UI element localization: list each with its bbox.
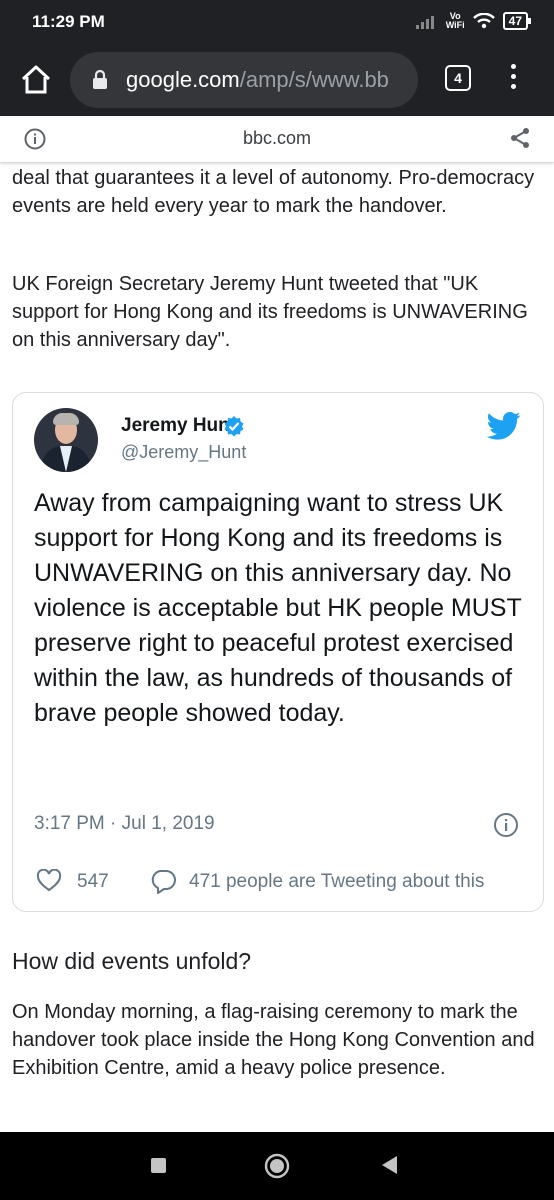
signal-icon [415,16,434,29]
lock-icon [93,70,107,89]
heart-icon[interactable] [36,869,62,893]
url-path: /amp/s/www.bb [239,67,389,92]
reply-icon[interactable] [149,868,177,894]
tweeting-count[interactable]: 471 people are Tweeting about this [189,871,484,893]
vowifi-bottom: WiFi [445,20,465,30]
vowifi-indicator: Vo WiFi [446,12,465,30]
amp-header: bbc.com [0,116,554,163]
share-icon[interactable] [508,126,532,150]
system-nav-bar [0,1132,554,1200]
status-bar: 11:29 PM Vo WiFi 47 [0,0,554,46]
nav-home-icon[interactable] [264,1153,290,1179]
amp-domain[interactable]: bbc.com [0,128,554,149]
info-icon[interactable] [493,812,519,838]
tweet-author-handle[interactable]: @Jeremy_Hunt [121,442,246,463]
article-content: deal that guarantees it a level of auton… [0,162,554,1132]
embedded-tweet[interactable]: Jeremy Hunt @Jeremy_Hunt Away from campa… [12,392,544,912]
browser-toolbar: google.com/amp/s/www.bb 4 [0,46,554,116]
nav-recents-icon[interactable] [151,1158,166,1173]
status-time: 11:29 PM [32,12,105,31]
url-host: google.com [126,67,240,92]
battery-indicator: 47 [502,12,532,30]
article-paragraph-hunt: UK Foreign Secretary Jeremy Hunt tweeted… [12,273,528,351]
verified-icon [224,416,244,437]
tweet-author-name[interactable]: Jeremy Hunt [121,415,236,437]
twitter-logo-icon[interactable] [487,411,521,441]
tabs-button[interactable]: 4 [445,65,471,91]
like-count[interactable]: 547 [77,871,109,893]
avatar[interactable] [34,408,98,472]
article-paragraph-bottom: On Monday morning, a flag-raising ceremo… [12,1001,535,1079]
home-icon[interactable] [18,62,54,98]
address-bar[interactable]: google.com/amp/s/www.bb [70,52,418,108]
article-paragraph-top: deal that guarantees it a level of auton… [12,167,535,217]
tweet-text: Away from campaigning want to stress UK … [34,489,522,727]
status-icons: Vo WiFi 47 [415,12,532,30]
section-heading: How did events unfold? [12,948,252,974]
menu-icon[interactable] [508,64,518,94]
tweet-timestamp[interactable]: 3:17 PM · Jul 1, 2019 [34,813,215,835]
nav-back-icon[interactable] [380,1154,398,1176]
wifi-icon [472,13,495,29]
url-text[interactable]: google.com/amp/s/www.bb [126,67,408,93]
